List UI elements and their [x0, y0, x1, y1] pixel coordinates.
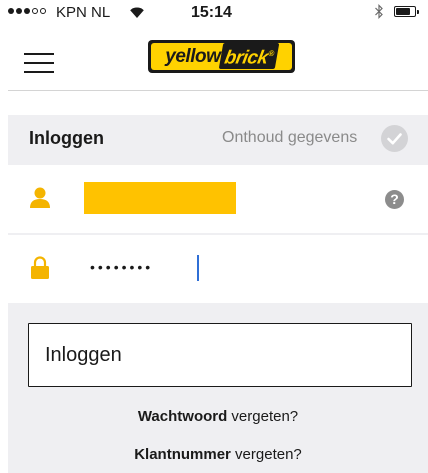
bluetooth-icon	[375, 4, 383, 19]
login-title: Inloggen	[29, 128, 104, 148]
login-panel: Inloggen Onthoud gegevens ? •••••••• Inl…	[8, 115, 428, 473]
signal-strength-icon	[8, 8, 48, 14]
navigation-bar: yellow brick®	[0, 30, 428, 90]
logo-text-yellow: yellow	[165, 45, 221, 67]
logo-brick-word: brick	[223, 47, 270, 69]
header-divider	[8, 90, 428, 91]
forgot-password-bold: Wachtwoord	[137, 408, 228, 425]
redacted-customer-number	[84, 182, 236, 214]
wifi-icon	[130, 7, 144, 18]
status-bar: KPN NL 15:14	[0, 0, 428, 30]
status-time: 15:14	[191, 4, 232, 21]
login-button[interactable]: Inloggen	[28, 323, 412, 387]
forgot-customer-bold: Klantnummer	[134, 446, 231, 463]
checkmark-icon	[387, 133, 402, 145]
battery-icon	[394, 6, 419, 17]
lock-icon	[31, 256, 49, 279]
menu-icon[interactable]	[24, 53, 54, 73]
logo-registered-mark: ®	[267, 49, 275, 59]
forgot-customer-number-link[interactable]: Klantnummer vergeten?	[8, 446, 428, 463]
forgot-customer-rest: vergeten?	[230, 446, 302, 463]
remember-details-label[interactable]: Onthoud gegevens	[222, 129, 357, 147]
yellowbrick-logo: yellow brick®	[148, 40, 295, 73]
forgot-password-link[interactable]: Wachtwoord vergeten?	[8, 408, 428, 425]
text-cursor	[197, 255, 199, 281]
help-icon[interactable]: ?	[385, 190, 404, 209]
customer-number-field[interactable]: ?	[8, 165, 428, 233]
forgot-password-rest: vergeten?	[227, 408, 299, 425]
password-field[interactable]: ••••••••	[8, 235, 428, 303]
password-value: ••••••••	[90, 259, 154, 275]
login-header: Inloggen Onthoud gegevens	[8, 115, 428, 163]
logo-text-brick: brick®	[219, 43, 281, 70]
carrier-name: KPN NL	[56, 4, 111, 21]
remember-details-checkbox[interactable]	[381, 125, 408, 152]
user-icon	[30, 187, 50, 208]
